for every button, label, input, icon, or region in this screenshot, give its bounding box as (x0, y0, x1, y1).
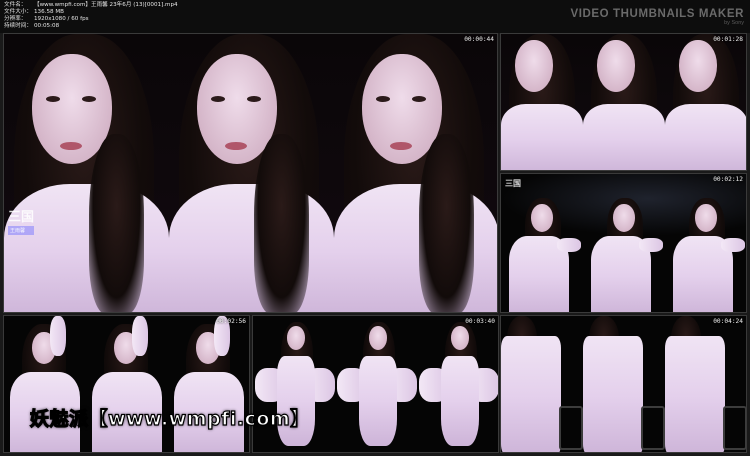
figure (501, 316, 583, 452)
thumbnail-frame-3[interactable]: 三国 00:02:12 (500, 173, 747, 313)
timestamp: 00:00:44 (464, 36, 494, 43)
figure-closeup (4, 34, 169, 312)
figure (86, 316, 168, 452)
file-size-label: 文件大小： (4, 9, 32, 15)
brand-title: VIDEO THUMBNAILS MAKER (570, 8, 744, 20)
brand-logo: VIDEO THUMBNAILS MAKER by Sony (570, 8, 744, 26)
file-name-label: 文件名： (4, 2, 27, 8)
timestamp: 00:02:56 (216, 318, 246, 325)
timestamp: 00:03:40 (465, 318, 495, 325)
figure (253, 316, 335, 452)
file-name: 【www.wmpfi.com】王雨馨 23年6月 (13)[0001].mp4 (34, 2, 178, 8)
timestamp: 00:02:12 (713, 176, 743, 183)
brand-subtitle: by Sony (724, 20, 744, 26)
duration: 00:05:08 (34, 23, 60, 29)
channel-logo-text: 三国 (505, 179, 521, 188)
thumbnail-frame-1[interactable]: 三国 王雨馨 00:00:44 (3, 33, 498, 313)
figure (4, 316, 86, 452)
figure (665, 316, 746, 452)
figure (665, 174, 746, 312)
thumbnail-frame-4[interactable]: 00:02:56 (3, 315, 250, 453)
figure (583, 34, 665, 170)
file-info: 文件名： 【www.wmpfi.com】王雨馨 23年6月 (13)[0001].… (4, 2, 178, 30)
watermark-text: 妖魅派【www.wmpfi.com】 (29, 407, 310, 430)
figure (501, 34, 583, 170)
channel-logo-small: 三国 (505, 178, 521, 189)
thumbnail-frame-5[interactable]: 00:03:40 (252, 315, 499, 453)
channel-logo-sub: 王雨馨 (8, 226, 35, 236)
resolution: 1920x1080 / 60 fps (34, 16, 89, 22)
figure (417, 316, 498, 452)
channel-logo: 三国 王雨馨 (8, 206, 35, 236)
timestamp: 00:04:24 (713, 318, 743, 325)
figure (335, 316, 417, 452)
file-size: 136.58 MB (34, 9, 65, 15)
info-header: 文件名： 【www.wmpfi.com】王雨馨 23年6月 (13)[0001].… (0, 0, 750, 33)
figure (501, 174, 583, 312)
channel-logo-text: 三国 (8, 210, 35, 226)
figure (168, 316, 249, 452)
figure (583, 174, 665, 312)
figure (665, 34, 746, 170)
duration-label: 持续时间： (4, 23, 32, 29)
resolution-label: 分辨率： (4, 16, 27, 22)
figure-closeup (169, 34, 334, 312)
thumbnail-frame-6[interactable]: 00:04:24 (500, 315, 747, 453)
figure (583, 316, 665, 452)
thumbnail-frame-2[interactable]: 00:01:28 (500, 33, 747, 171)
figure-closeup (334, 34, 497, 312)
timestamp: 00:01:28 (713, 36, 743, 43)
